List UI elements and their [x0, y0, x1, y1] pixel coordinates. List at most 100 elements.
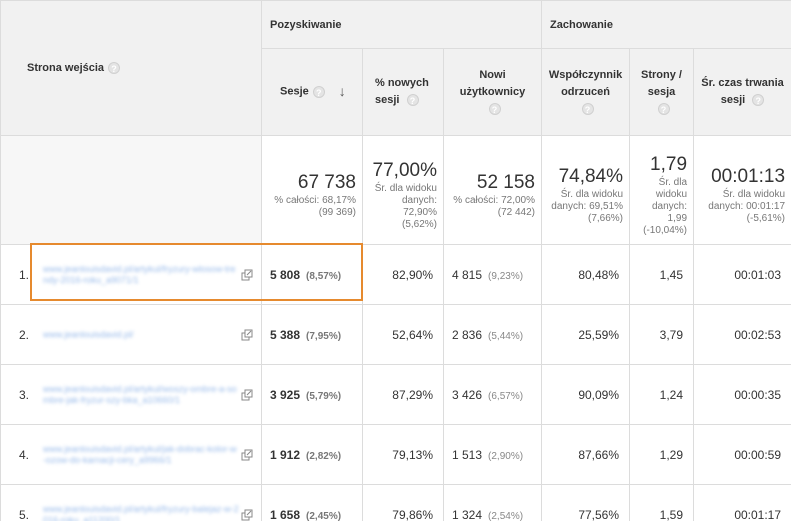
new-users-pct: (6,57%): [488, 390, 524, 402]
pages-cell: 1,59: [629, 484, 695, 521]
bounce-cell: 25,59%: [541, 304, 631, 365]
col-pages-per-session[interactable]: Strony / sesja ?: [629, 48, 695, 136]
help-icon[interactable]: ?: [312, 85, 325, 98]
help-icon[interactable]: ?: [581, 102, 594, 115]
duration-cell: 00:02:53: [693, 304, 791, 365]
col-new-users-label: Nowi użytkownicy: [459, 68, 526, 98]
col-avg-session-duration[interactable]: Śr. czas trwania sesji ?: [693, 48, 791, 136]
open-in-new-window-icon[interactable]: [241, 449, 253, 461]
pct-new-cell: 79,13%: [362, 424, 444, 485]
row-index: 4.: [19, 447, 30, 462]
new-users-pct: (2,54%): [488, 510, 524, 521]
open-in-new-window-icon[interactable]: [241, 389, 253, 401]
row-index: 5.: [19, 507, 30, 521]
help-icon[interactable]: ?: [752, 94, 765, 107]
bounce-cell: 87,66%: [541, 424, 631, 485]
open-in-new-window-icon[interactable]: [241, 509, 253, 521]
sessions-value: 1 912: [270, 447, 301, 462]
table-row: 2. www.jeanlouisdavid.pl/ 5 388 (7,95%) 5…: [0, 304, 791, 365]
new-users-value: 3 426: [452, 387, 483, 402]
landing-page-link[interactable]: www.jeanlouisdavid.pl/: [43, 329, 239, 340]
sessions-value: 5 388: [270, 327, 301, 342]
help-icon[interactable]: ?: [406, 94, 419, 107]
dimension-header-label: Strona wejścia: [27, 61, 105, 74]
sessions-cell: 1 658 (2,45%): [261, 484, 363, 521]
new-users-cell: 3 426 (6,57%): [442, 364, 543, 425]
total-sessions: 67 738 % całości: 68,17% (99 369): [261, 135, 363, 245]
new-users-pct: (5,44%): [488, 330, 524, 342]
duration-cell: 00:01:03: [693, 244, 791, 305]
duration-cell: 00:01:17: [693, 484, 791, 521]
landing-page-cell: 4. www.jeanlouisdavid.pl/artykul/jak-dob…: [0, 424, 262, 485]
totals-row: 67 738 % całości: 68,17% (99 369) 77,00%…: [0, 135, 791, 245]
open-in-new-window-icon[interactable]: [241, 329, 253, 341]
landing-page-link[interactable]: www.jeanlouisdavid.pl/artykul/jak-dobrac…: [43, 444, 239, 466]
col-new-users[interactable]: Nowi użytkownicy ?: [442, 48, 543, 136]
col-pct-new-sessions[interactable]: % nowych sesji ?: [362, 48, 444, 136]
total-duration-sub: Śr. dla widoku danych: 00:01:17 (-5,61%): [708, 189, 786, 224]
total-pages: 1,79 Śr. dla widoku danych: 1,99 (-10,04…: [629, 135, 695, 245]
landing-page-link[interactable]: www.jeanlouisdavid.pl/artykul/woszy-ombr…: [43, 384, 239, 406]
landing-page-cell: 3. www.jeanlouisdavid.pl/artykul/woszy-o…: [0, 364, 262, 425]
total-pct-new-value: 77,00%: [372, 160, 437, 181]
help-icon[interactable]: ?: [488, 102, 501, 115]
landing-page-cell: 1. www.jeanlouisdavid.pl/artykul/fryzury…: [0, 244, 262, 305]
group-behavior: Zachowanie: [541, 0, 791, 49]
new-users-pct: (9,23%): [488, 270, 524, 282]
col-avg-session-duration-label: Śr. czas trwania sesji: [701, 77, 784, 106]
total-new-users: 52 158 % całości: 72,00% (72 442): [442, 135, 543, 245]
total-pages-sub: Śr. dla widoku danych: 1,99 (-10,04%): [643, 177, 688, 236]
row-index: 3.: [19, 387, 30, 402]
help-icon[interactable]: ?: [108, 62, 121, 75]
sessions-pct: (2,82%): [306, 450, 342, 462]
landing-page-link[interactable]: www.jeanlouisdavid.pl/artykul/fryzury-ba…: [43, 504, 239, 521]
total-bounce-sub: Śr. dla widoku danych: 69,51% (7,66%): [551, 189, 624, 224]
table-row: 4. www.jeanlouisdavid.pl/artykul/jak-dob…: [0, 424, 791, 485]
landing-page-link[interactable]: www.jeanlouisdavid.pl/artykul/fryzury-wl…: [43, 264, 239, 286]
total-new-users-value: 52 158: [476, 172, 536, 193]
open-in-new-window-icon[interactable]: [241, 269, 253, 281]
landing-page-cell: 5. www.jeanlouisdavid.pl/artykul/fryzury…: [0, 484, 262, 521]
sessions-cell: 5 388 (7,95%): [261, 304, 363, 365]
total-duration-value: 00:01:13: [711, 166, 786, 187]
new-users-cell: 1 513 (2,90%): [442, 424, 543, 485]
dimension-header[interactable]: Strona wejścia?: [0, 0, 262, 136]
col-pages-per-session-label: Strony / sesja: [641, 68, 682, 98]
pct-new-cell: 82,90%: [362, 244, 444, 305]
sort-descending-icon[interactable]: ↓: [339, 83, 346, 100]
help-icon[interactable]: ?: [657, 102, 670, 115]
pages-cell: 1,45: [629, 244, 695, 305]
column-group-row: Strona wejścia? Pozyskiwanie Zachowanie: [0, 0, 791, 136]
new-users-value: 2 836: [452, 327, 483, 342]
new-users-value: 4 815: [452, 267, 483, 282]
table-row: 3. www.jeanlouisdavid.pl/artykul/woszy-o…: [0, 364, 791, 425]
sessions-value: 5 808: [270, 267, 301, 282]
col-sessions-label: Sesje: [280, 85, 309, 98]
new-users-cell: 1 324 (2,54%): [442, 484, 543, 521]
pct-new-cell: 52,64%: [362, 304, 444, 365]
table-row: 5. www.jeanlouisdavid.pl/artykul/fryzury…: [0, 484, 791, 521]
table-row: 1. www.jeanlouisdavid.pl/artykul/fryzury…: [0, 244, 791, 305]
sessions-value: 3 925: [270, 387, 301, 402]
landing-pages-table: Strona wejścia? Pozyskiwanie Zachowanie …: [0, 0, 791, 521]
col-sessions[interactable]: Sesje? ↓: [261, 48, 363, 136]
totals-label-cell: [0, 135, 262, 245]
sessions-value: 1 658: [270, 507, 301, 521]
pages-cell: 1,29: [629, 424, 695, 485]
row-index: 1.: [19, 267, 30, 282]
col-bounce-rate[interactable]: Współczynnik odrzuceń ?: [541, 48, 631, 136]
bounce-cell: 90,09%: [541, 364, 631, 425]
sessions-pct: (7,95%): [306, 330, 342, 342]
total-new-users-sub: % całości: 72,00% (72 442): [453, 195, 536, 218]
sessions-pct: (2,45%): [306, 510, 342, 521]
pct-new-cell: 79,86%: [362, 484, 444, 521]
analytics-report: Strona wejścia? Pozyskiwanie Zachowanie …: [0, 0, 791, 521]
duration-cell: 00:00:35: [693, 364, 791, 425]
sessions-pct: (5,79%): [306, 390, 342, 402]
total-sessions-value: 67 738: [297, 172, 356, 193]
col-bounce-rate-label: Współczynnik odrzuceń: [548, 68, 623, 98]
total-sessions-sub: % całości: 68,17% (99 369): [274, 195, 356, 218]
bounce-cell: 80,48%: [541, 244, 631, 305]
group-acquisition: Pozyskiwanie: [260, 0, 543, 49]
new-users-cell: 2 836 (5,44%): [442, 304, 543, 365]
